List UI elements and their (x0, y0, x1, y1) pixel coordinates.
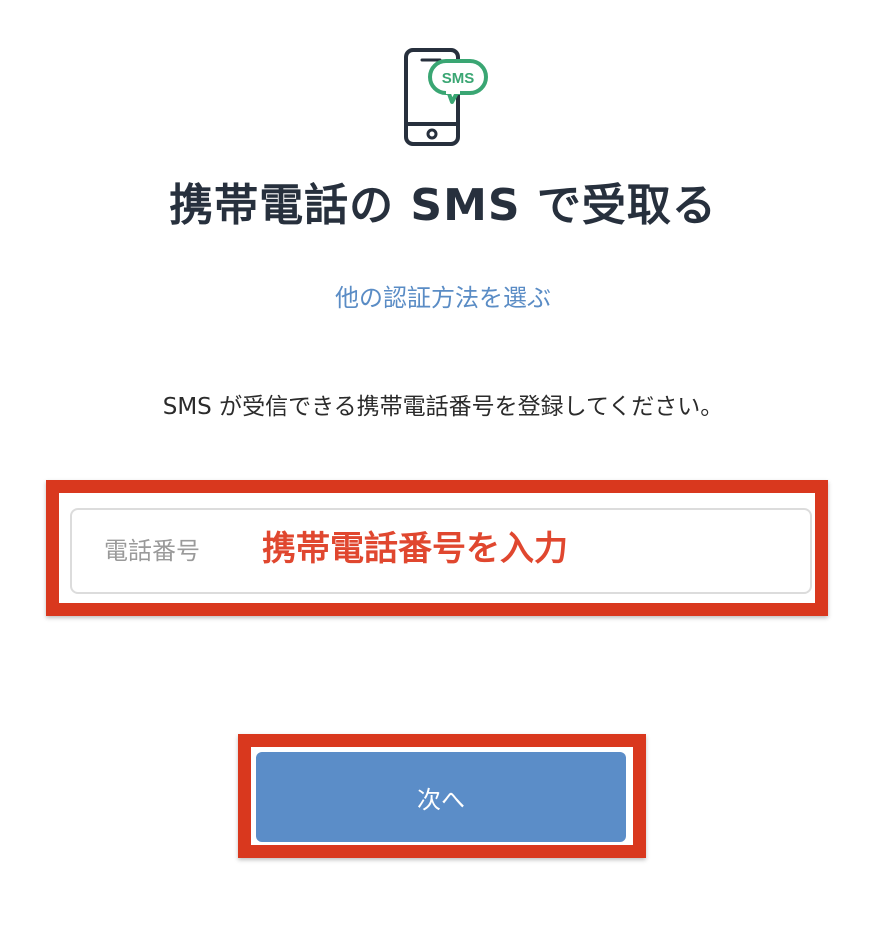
next-button[interactable]: 次へ (256, 752, 626, 842)
smartphone-sms-icon: SMS (404, 48, 488, 146)
page-title: 携帯電話の SMS で受取る (169, 180, 717, 231)
alt-auth-method-link[interactable]: 他の認証方法を選ぶ (0, 280, 886, 316)
sms-badge-text: SMS (442, 70, 475, 87)
instruction-text: SMS が受信できる携帯電話番号を登録してください。 (162, 394, 724, 420)
phone-number-input[interactable] (70, 508, 812, 594)
